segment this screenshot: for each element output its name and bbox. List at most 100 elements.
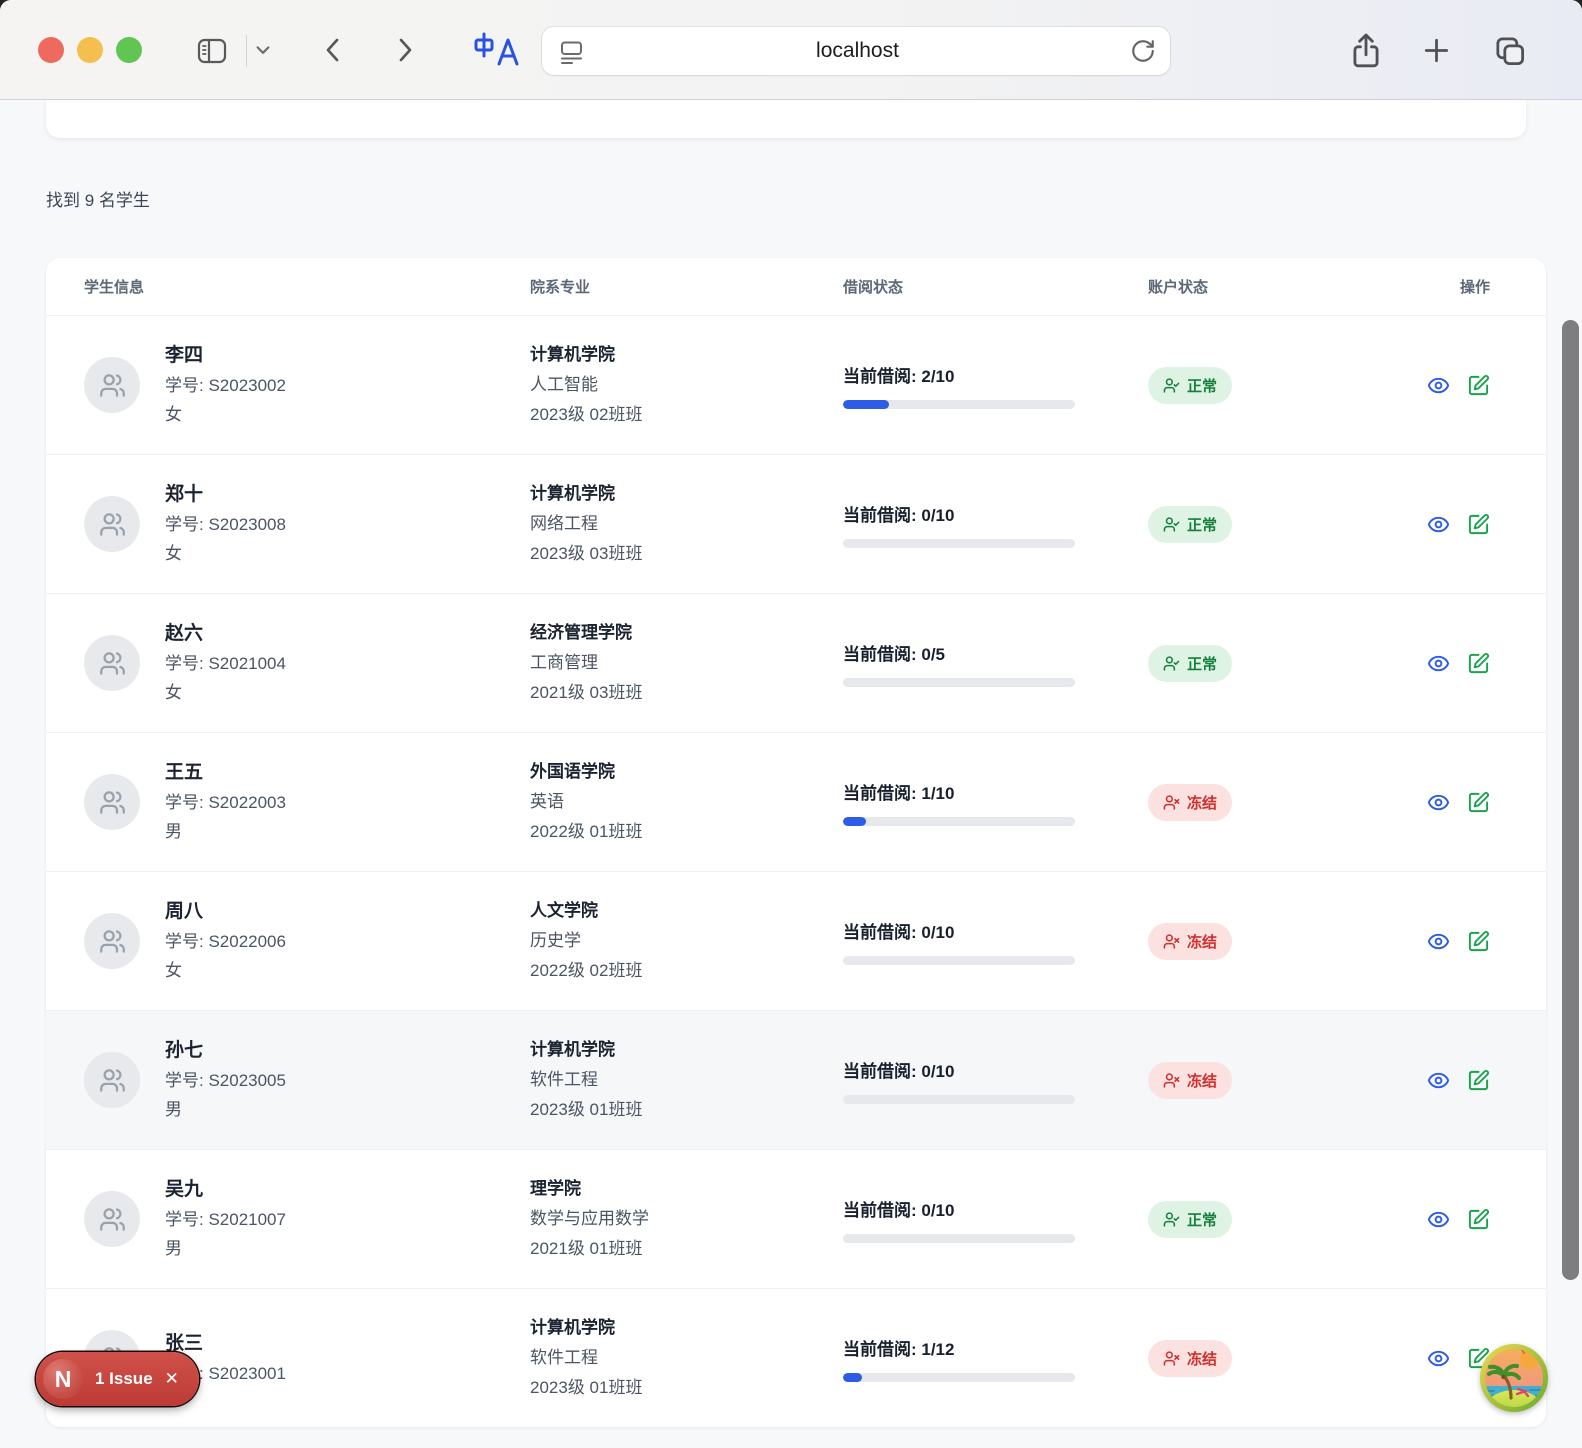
eye-icon <box>1427 652 1450 675</box>
view-student-button[interactable] <box>1427 1347 1450 1370</box>
header-department: 院系专业 <box>530 276 843 297</box>
student-id: 学号: S2022006 <box>165 927 286 956</box>
student-id: 学号: S2023008 <box>165 510 286 539</box>
zoom-window-button[interactable] <box>116 37 142 63</box>
borrow-progress-fill <box>843 817 866 826</box>
forward-button[interactable] <box>386 32 422 68</box>
address-bar[interactable]: localhost <box>542 27 1170 75</box>
edit-student-button[interactable] <box>1467 1069 1490 1092</box>
borrow-progress-bar <box>843 539 1075 548</box>
borrow-status-text: 当前借阅: 0/10 <box>843 1196 1148 1221</box>
edit-student-button[interactable] <box>1467 930 1490 953</box>
student-id: 学号: S2021007 <box>165 1205 286 1234</box>
college-name: 经济管理学院 <box>530 618 843 648</box>
eye-icon <box>1427 374 1450 397</box>
account-status-cell: 正常 <box>1148 367 1398 404</box>
new-tab-button[interactable] <box>1419 33 1454 68</box>
major-name: 软件工程 <box>530 1343 843 1373</box>
table-row: 孙七 学号: S2023005 男 计算机学院 软件工程 2023级 01班班 … <box>46 1010 1546 1149</box>
account-status-badge: 冻结 <box>1148 923 1232 960</box>
class-name: 2021级 01班班 <box>530 1234 843 1264</box>
minimize-window-button[interactable] <box>77 37 103 63</box>
account-status-label: 冻结 <box>1187 792 1217 813</box>
borrow-status-text: 当前借阅: 1/12 <box>843 1335 1148 1360</box>
student-info-cell: 周八 学号: S2022006 女 <box>46 897 530 985</box>
sidebar-toggle-button[interactable] <box>192 31 232 71</box>
close-window-button[interactable] <box>38 37 64 63</box>
edit-icon <box>1467 1208 1490 1231</box>
edit-student-button[interactable] <box>1467 374 1490 397</box>
island-widget-button[interactable] <box>1480 1344 1548 1412</box>
view-student-button[interactable] <box>1427 791 1450 814</box>
department-cell: 计算机学院 人工智能 2023级 02班班 <box>530 340 843 430</box>
edit-student-button[interactable] <box>1467 513 1490 536</box>
department-cell: 经济管理学院 工商管理 2021级 03班班 <box>530 618 843 708</box>
table-body: 李四 学号: S2023002 女 计算机学院 人工智能 2023级 02班班 … <box>46 315 1546 1427</box>
class-name: 2021级 03班班 <box>530 678 843 708</box>
view-student-button[interactable] <box>1427 513 1450 536</box>
student-info-cell: 王五 学号: S2022003 男 <box>46 758 530 846</box>
account-status-cell: 冻结 <box>1148 1340 1398 1377</box>
major-name: 工商管理 <box>530 648 843 678</box>
edit-icon <box>1467 513 1490 536</box>
major-name: 英语 <box>530 787 843 817</box>
department-cell: 人文学院 历史学 2022级 02班班 <box>530 896 843 986</box>
account-status-badge: 冻结 <box>1148 1062 1232 1099</box>
table-row: 赵六 学号: S2021004 女 经济管理学院 工商管理 2021级 03班班… <box>46 593 1546 732</box>
account-status-badge: 正常 <box>1148 645 1232 682</box>
eye-icon <box>1427 513 1450 536</box>
borrow-progress-bar <box>843 1373 1075 1382</box>
borrow-progress-bar <box>843 817 1075 826</box>
view-student-button[interactable] <box>1427 1208 1450 1231</box>
view-student-button[interactable] <box>1427 930 1450 953</box>
sidebar-icon <box>192 31 232 71</box>
students-table: 学生信息 院系专业 借阅状态 账户状态 操作 李四 学号: S2023002 女 <box>46 258 1546 1427</box>
view-student-button[interactable] <box>1427 1069 1450 1092</box>
chevron-down-icon <box>252 42 274 60</box>
account-status-badge: 正常 <box>1148 367 1232 404</box>
dev-issue-indicator[interactable]: N 1 Issue ✕ <box>36 1352 199 1406</box>
account-status-cell: 冻结 <box>1148 1062 1398 1099</box>
borrow-progress-bar <box>843 400 1075 409</box>
back-button[interactable] <box>316 32 352 68</box>
issue-count-label: 1 Issue <box>95 1369 153 1389</box>
student-info-cell: 吴九 学号: S2021007 男 <box>46 1175 530 1263</box>
major-name: 历史学 <box>530 926 843 956</box>
student-id: 学号: S2023005 <box>165 1066 286 1095</box>
close-icon[interactable]: ✕ <box>165 1369 179 1389</box>
class-name: 2023级 01班班 <box>530 1095 843 1125</box>
eye-icon <box>1427 1347 1450 1370</box>
reload-button[interactable] <box>1130 38 1156 64</box>
translate-button[interactable] <box>470 28 522 70</box>
vertical-scrollbar-thumb[interactable] <box>1562 320 1579 1280</box>
table-header-row: 学生信息 院系专业 借阅状态 账户状态 操作 <box>46 258 1546 315</box>
edit-student-button[interactable] <box>1467 652 1490 675</box>
edit-student-button[interactable] <box>1467 791 1490 814</box>
header-account-status: 账户状态 <box>1148 276 1398 297</box>
student-info-cell: 孙七 学号: S2023005 男 <box>46 1036 530 1124</box>
account-status-cell: 冻结 <box>1148 923 1398 960</box>
view-student-button[interactable] <box>1427 374 1450 397</box>
edit-student-button[interactable] <box>1467 1208 1490 1231</box>
tab-overview-button[interactable] <box>1492 33 1527 68</box>
view-student-button[interactable] <box>1427 652 1450 675</box>
browser-window: localhost 找到 9 名学生 <box>0 0 1582 1448</box>
borrow-status-cell: 当前借阅: 0/10 <box>843 1196 1148 1243</box>
edit-icon <box>1467 652 1490 675</box>
url-text[interactable]: localhost <box>585 39 1130 63</box>
chevron-right-icon <box>386 32 422 68</box>
sidebar-menu-chevron[interactable] <box>252 42 274 60</box>
borrow-status-cell: 当前借阅: 1/10 <box>843 779 1148 826</box>
reader-view-button[interactable] <box>558 38 585 65</box>
share-button[interactable] <box>1347 31 1385 69</box>
table-row: 吴九 学号: S2021007 男 理学院 数学与应用数学 2021级 01班班… <box>46 1149 1546 1288</box>
student-info-cell: 赵六 学号: S2021004 女 <box>46 619 530 707</box>
users-icon <box>99 928 126 955</box>
borrow-status-cell: 当前借阅: 0/10 <box>843 918 1148 965</box>
borrow-progress-bar <box>843 956 1075 965</box>
user-x-icon <box>1163 1350 1180 1367</box>
users-icon <box>99 650 126 677</box>
share-icon <box>1347 31 1385 69</box>
account-status-label: 正常 <box>1187 514 1217 535</box>
edit-icon <box>1467 791 1490 814</box>
